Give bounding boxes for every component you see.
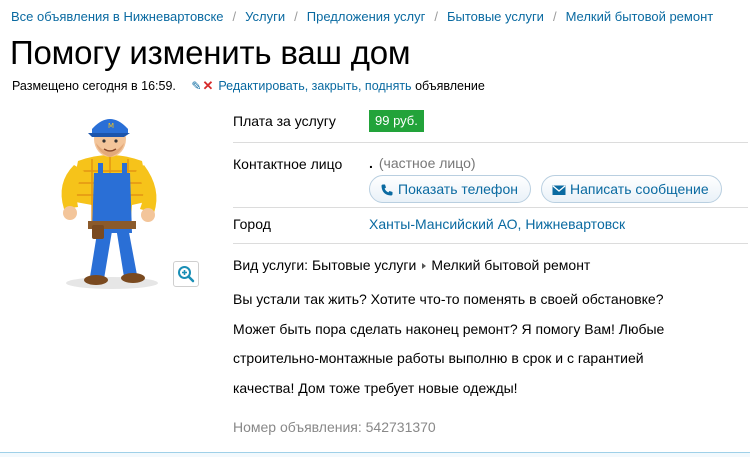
divider	[233, 142, 748, 143]
show-phone-label: Показать телефон	[398, 181, 518, 197]
service-subcategory: Мелкий бытовой ремонт	[431, 257, 591, 273]
svg-text:M: M	[108, 122, 114, 130]
price-badge: 99 руб.	[369, 110, 424, 132]
zoom-button[interactable]	[173, 261, 199, 287]
delete-icon[interactable]: ✕	[202, 78, 213, 93]
contact-person: . (частное лицо)	[369, 155, 476, 171]
write-message-label: Написать сообщение	[570, 181, 709, 197]
breadcrumb-separator: /	[434, 9, 438, 24]
breadcrumb-all-ads[interactable]: Все объявления в Нижневартовске	[11, 9, 224, 24]
contact-name: .	[369, 155, 373, 171]
ad-description: Вы устали так жить? Хотите что-то поменя…	[233, 291, 665, 396]
ad-number: Номер объявления: 542731370	[233, 419, 436, 435]
city-link[interactable]: Ханты-Мансийский АО, Нижневартовск	[369, 216, 625, 232]
price-label: Плата за услугу	[233, 113, 336, 129]
service-type: Вид услуги: Бытовые услуги Мелкий бытовой…	[233, 257, 590, 273]
breadcrumb-separator: /	[552, 9, 557, 24]
divider	[233, 243, 748, 244]
arrow-right-icon	[422, 262, 427, 269]
breadcrumb: Все объявления в Нижневартовске / Услуги / П…	[11, 9, 713, 24]
breadcrumb-service-offers[interactable]: Предложения услуг	[307, 9, 426, 24]
service-label: Вид услуги:	[233, 257, 309, 273]
write-message-button[interactable]: Написать сообщение	[541, 175, 722, 203]
zoom-icon	[178, 266, 195, 283]
breadcrumb-minor-repair[interactable]: Мелкий бытовой ремонт	[566, 9, 714, 24]
breadcrumb-separator: /	[294, 9, 298, 24]
page-title: Помогу изменить ваш дом	[10, 34, 411, 71]
ad-photo[interactable]: M	[12, 109, 204, 292]
bottom-divider	[0, 452, 750, 457]
edit-ad-link[interactable]: Редактировать, закрыть, поднять	[218, 79, 411, 93]
city-label: Город	[233, 216, 271, 232]
envelope-icon	[552, 185, 566, 196]
contact-type: (частное лицо)	[378, 155, 476, 171]
service-category: Бытовые услуги	[311, 257, 417, 273]
show-phone-button[interactable]: Показать телефон	[369, 175, 531, 203]
posting-meta: Размещено сегодня в 16:59. ✎✕ Редактирова…	[12, 78, 485, 94]
divider	[233, 207, 748, 208]
posted-time: Размещено сегодня в 16:59.	[12, 79, 176, 93]
pencil-icon[interactable]: ✎	[191, 79, 201, 93]
phone-icon	[381, 184, 393, 196]
breadcrumb-services[interactable]: Услуги	[245, 9, 285, 24]
edit-suffix: объявление	[415, 79, 485, 93]
contact-label: Контактное лицо	[233, 156, 343, 172]
breadcrumb-separator: /	[232, 9, 237, 24]
breadcrumb-household-services[interactable]: Бытовые услуги	[447, 9, 544, 24]
